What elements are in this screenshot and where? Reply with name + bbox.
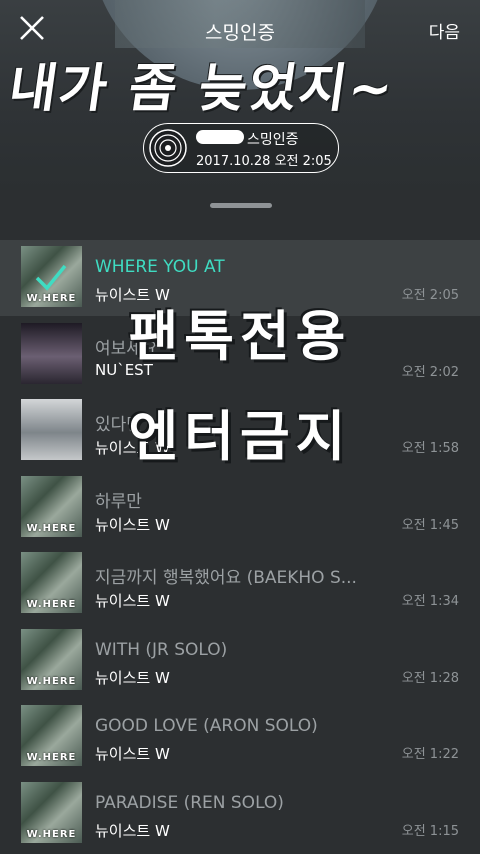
album-thumbnail (21, 323, 82, 384)
drag-handle[interactable] (210, 203, 272, 208)
song-artist: 뉴이스트 W (95, 745, 170, 763)
header: 스밍인증 다음 내가 좀 늦었지~ 스밍인증 2017.10.28 오전 2:0… (0, 0, 480, 190)
song-artist: 뉴이스트 W (95, 516, 170, 534)
album-cover-word: W.HERE (26, 523, 77, 534)
song-time: 오전 1:28 (401, 671, 459, 686)
handwritten-note-text: 내가 좀 늦었지~ (5, 59, 399, 119)
song-title: WHERE YOU AT (95, 257, 225, 277)
song-title: 여보세요 (95, 339, 158, 359)
album-thumbnail: W.HERE (21, 476, 82, 537)
album-thumbnail: W.HERE (21, 629, 82, 690)
song-time: 오전 2:05 (401, 288, 459, 303)
next-button[interactable]: 다음 (429, 18, 460, 43)
album-cover: W.HERE (21, 705, 82, 766)
song-title: PARADISE (REN SOLO) (95, 793, 284, 813)
song-row[interactable]: 있다면 뉴이스트 W 오전 1:58 (0, 393, 480, 469)
album-cover: W.HERE (21, 552, 82, 613)
song-title: 지금까지 행복했어요 (BAEKHO S... (95, 568, 357, 588)
song-row[interactable]: 여보세요 NU`EST 오전 2:02 (0, 317, 480, 393)
song-row[interactable]: W.HERE GOOD LOVE (ARON SOLO) 뉴이스트 W 오전 1… (0, 699, 480, 775)
song-artist: 뉴이스트 W (95, 439, 170, 457)
song-row[interactable]: W.HERE WITH (JR SOLO) 뉴이스트 W 오전 1:28 (0, 623, 480, 699)
page-title: 스밍인증 (205, 22, 275, 44)
check-icon (35, 264, 67, 291)
album-cover (21, 323, 82, 384)
song-artist: 뉴이스트 W (95, 286, 170, 304)
song-artist: 뉴이스트 W (95, 669, 170, 687)
song-row[interactable]: W.HERE PARADISE (REN SOLO) 뉴이스트 W 오전 1:1… (0, 776, 480, 852)
disc-icon (149, 129, 187, 167)
song-time: 오전 2:02 (401, 365, 459, 380)
song-title: 하루만 (95, 492, 142, 512)
song-time: 오전 1:15 (401, 824, 459, 839)
redaction-mark (196, 130, 244, 144)
album-thumbnail (21, 399, 82, 460)
album-thumbnail: W.HERE (21, 246, 82, 307)
album-cover: W.HERE (21, 782, 82, 843)
album-cover: W.HERE (21, 476, 82, 537)
song-time: 오전 1:34 (401, 594, 459, 609)
song-time: 오전 1:22 (401, 747, 459, 762)
song-row[interactable]: W.HERE WHERE YOU AT 뉴이스트 W 오전 2:05 (0, 240, 480, 316)
song-artist: 뉴이스트 W (95, 822, 170, 840)
badge-label: 스밍인증 (247, 132, 299, 148)
album-cover: W.HERE (21, 629, 82, 690)
song-time: 오전 1:58 (401, 441, 459, 456)
album-thumbnail: W.HERE (21, 705, 82, 766)
album-cover-word: W.HERE (26, 599, 77, 610)
song-artist: NU`EST (95, 361, 153, 379)
handwritten-note: 내가 좀 늦었지~ (5, 46, 480, 126)
song-row[interactable]: W.HERE 지금까지 행복했어요 (BAEKHO S... 뉴이스트 W 오전… (0, 546, 480, 622)
song-title: WITH (JR SOLO) (95, 640, 228, 660)
badge-date: 2017.10.28 오전 2:05 (196, 154, 332, 169)
album-thumbnail: W.HERE (21, 782, 82, 843)
list-caption (22, 214, 462, 228)
song-artist: 뉴이스트 W (95, 592, 170, 610)
song-time: 오전 1:45 (401, 518, 459, 533)
song-title: 있다면 (95, 415, 142, 435)
album-cover (21, 399, 82, 460)
album-thumbnail: W.HERE (21, 552, 82, 613)
streaming-badge: 스밍인증 2017.10.28 오전 2:05 (143, 123, 339, 173)
song-row[interactable]: W.HERE 하루만 뉴이스트 W 오전 1:45 (0, 470, 480, 546)
album-cover-word: W.HERE (26, 676, 77, 687)
album-cover-word: W.HERE (26, 829, 77, 840)
song-list-panel: W.HERE WHERE YOU AT 뉴이스트 W 오전 2:05 여보세요 … (0, 190, 480, 854)
song-title: GOOD LOVE (ARON SOLO) (95, 716, 318, 736)
album-cover-word: W.HERE (26, 752, 77, 763)
